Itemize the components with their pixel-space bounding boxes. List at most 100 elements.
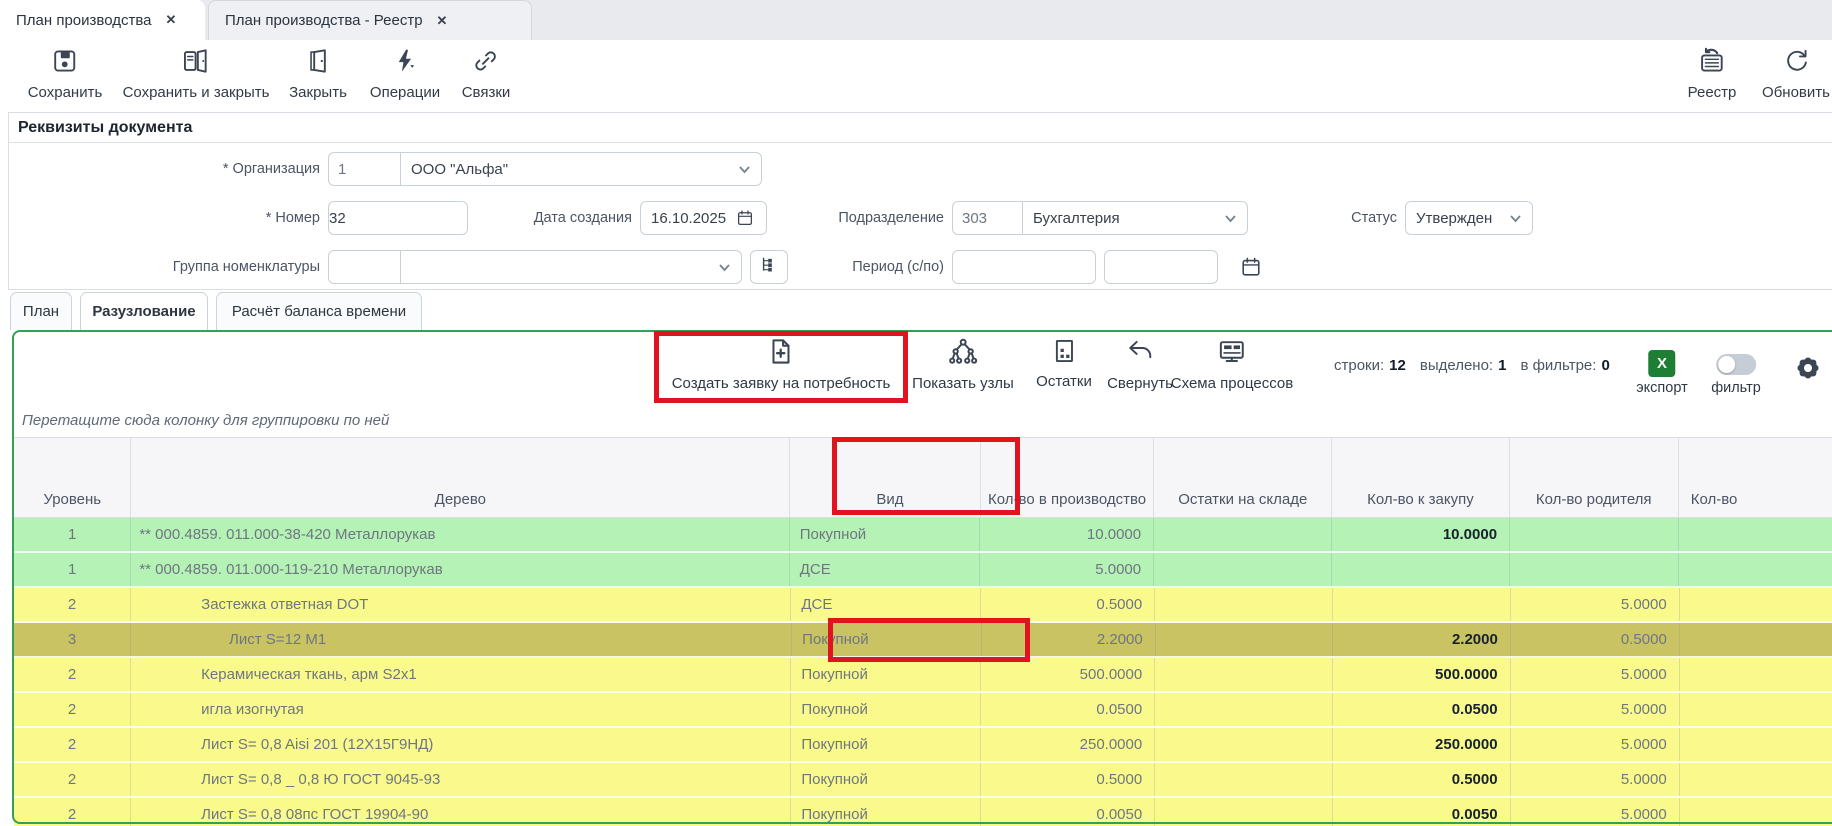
table-row[interactable]: 1 ** 000.4859. 011.000-119-210 Металлору… <box>14 553 1832 588</box>
close-icon[interactable]: ✕ <box>437 13 448 29</box>
divider <box>8 142 1832 143</box>
cell-tree: ** 000.4859. 011.000-119-210 Металлорука… <box>131 553 789 586</box>
nomenclature-tree-button[interactable] <box>750 250 788 284</box>
save-button[interactable]: Сохранить <box>28 47 103 101</box>
cell-qty-production: 0.0050 <box>981 798 1155 826</box>
operations-label: Операции <box>370 84 440 101</box>
toggle-off-icon[interactable] <box>1716 354 1756 375</box>
cell-stock <box>1155 728 1333 761</box>
column-header-kind[interactable]: Вид <box>790 438 980 517</box>
cell-qty-production: 0.5000 <box>981 763 1155 796</box>
period-from-input[interactable] <box>952 250 1096 284</box>
selected-count-label: выделено: <box>1420 357 1493 374</box>
window-tab-registry[interactable]: План производства - Реестр ✕ <box>208 0 532 40</box>
collapse-button[interactable]: Свернуть <box>1107 337 1173 392</box>
save-and-close-button[interactable]: Сохранить и закрыть <box>123 47 270 101</box>
period-to-input[interactable] <box>1104 250 1218 284</box>
nomenclature-group-select[interactable] <box>328 250 742 284</box>
links-button[interactable]: Связки <box>462 47 511 101</box>
cell-qty-parent: 5.0000 <box>1511 798 1680 826</box>
registry-icon <box>1698 47 1726 80</box>
cell-kind: Покупной <box>791 798 981 826</box>
cell-qty-parent: 5.0000 <box>1511 693 1680 726</box>
window-tab-plan[interactable]: План производства ✕ <box>0 0 205 40</box>
excel-icon: X <box>1649 350 1676 377</box>
settings-button[interactable] <box>1792 352 1824 389</box>
column-header-qty-parent[interactable]: Кол-во родителя <box>1510 438 1679 517</box>
group-by-hint: Перетащите сюда колонку для группировки … <box>22 412 389 429</box>
cell-qty-purchase: 0.0050 <box>1333 798 1511 826</box>
stocks-button[interactable]: Остатки <box>1036 337 1092 390</box>
tab-time-balance-label: Расчёт баланса времени <box>232 303 406 320</box>
process-schema-button[interactable]: Схема процессов <box>1171 337 1293 392</box>
period-label: Период (с/по) <box>818 250 944 284</box>
calendar-icon[interactable] <box>736 209 754 227</box>
export-excel-button[interactable]: X экспорт <box>1636 350 1687 396</box>
refresh-button[interactable]: Обновить <box>1762 47 1830 101</box>
table-row[interactable]: 2 игла изогнутая Покупной 0.0500 0.0500 … <box>14 693 1832 728</box>
close-document-button[interactable]: Закрыть <box>289 47 347 101</box>
cell-qty-purchase: 10.0000 <box>1332 518 1510 551</box>
cell-kind: Покупной <box>791 763 981 796</box>
operations-button[interactable]: Операции <box>370 47 440 101</box>
table-row[interactable]: 3 Лист S=12 М1 Покупной 2.2000 2.2000 0.… <box>14 623 1832 658</box>
org-select[interactable]: 1 ООО "Альфа" <box>328 152 762 186</box>
chevron-down-icon <box>1224 214 1237 223</box>
table-row[interactable]: 2 Лист S= 0,8 Aisi 201 (12Х15Г9НД) Покуп… <box>14 728 1832 763</box>
column-header-qty-purchase[interactable]: Кол-во к закупу <box>1332 438 1510 517</box>
status-select[interactable]: Утвержден <box>1405 201 1533 235</box>
tab-time-balance[interactable]: Расчёт баланса времени <box>216 292 422 330</box>
calendar-icon[interactable] <box>1240 256 1262 283</box>
table-row[interactable]: 2 Лист S= 0,8 _ 0,8 Ю ГОСТ 9045-93 Покуп… <box>14 763 1832 798</box>
cell-tree: Керамическая ткань, арм S2x1 <box>131 658 791 691</box>
tab-plan[interactable]: План <box>10 292 72 330</box>
close-document-label: Закрыть <box>289 84 347 101</box>
cell-qty-extra <box>1680 728 1832 761</box>
creation-date-input[interactable]: 16.10.2025 <box>640 201 767 235</box>
org-label: * Организация <box>60 152 320 186</box>
table-row[interactable]: 2 Застежка ответная DOT ДСЕ 0.5000 5.000… <box>14 588 1832 623</box>
cell-kind: Покупной <box>791 693 981 726</box>
create-request-label: Создать заявку на потребность <box>672 375 891 392</box>
cell-qty-parent: 5.0000 <box>1511 763 1680 796</box>
show-nodes-button[interactable]: Показать узлы <box>912 337 1014 392</box>
number-input[interactable]: 32 <box>328 201 468 235</box>
stocks-label: Остатки <box>1036 373 1092 390</box>
cell-qty-production: 5.0000 <box>980 553 1154 586</box>
column-header-tree[interactable]: Дерево <box>131 438 790 517</box>
cell-stock <box>1155 588 1333 621</box>
department-select[interactable]: 303 Бухгалтерия <box>952 201 1248 235</box>
app-window: План производства ✕ План производства - … <box>0 0 1832 826</box>
org-code-field[interactable]: 1 <box>329 153 401 185</box>
cell-qty-parent <box>1510 518 1679 551</box>
table-row[interactable]: 2 Лист S= 0,8 08пс ГОСТ 19904-90 Покупно… <box>14 798 1832 826</box>
tab-razuzlovanie[interactable]: Разузлование <box>80 292 208 330</box>
nomenclature-group-code-field[interactable] <box>329 251 401 283</box>
column-header-qty-production[interactable]: Кол-во в производство <box>981 438 1155 517</box>
cell-qty-extra <box>1679 518 1832 551</box>
cell-level: 2 <box>14 763 131 796</box>
department-code-field[interactable]: 303 <box>953 202 1023 234</box>
department-label: Подразделение <box>794 201 944 235</box>
table-row[interactable]: 2 Керамическая ткань, арм S2x1 Покупной … <box>14 658 1832 693</box>
cell-level: 2 <box>14 693 131 726</box>
close-icon[interactable]: ✕ <box>165 12 176 28</box>
selected-count-value: 1 <box>1498 357 1506 374</box>
registry-button[interactable]: Реестр <box>1688 47 1737 101</box>
table-row[interactable]: 1 ** 000.4859. 011.000-38-420 Металлорук… <box>14 518 1832 553</box>
undo-arrow-icon <box>1125 337 1155 372</box>
create-request-button[interactable]: Создать заявку на потребность <box>672 337 891 392</box>
cell-level: 1 <box>14 518 131 551</box>
table-body: 1 ** 000.4859. 011.000-38-420 Металлорук… <box>14 518 1832 826</box>
filter-toggle[interactable]: фильтр <box>1711 354 1761 396</box>
collapse-label: Свернуть <box>1107 375 1173 392</box>
rows-count-label: строки: <box>1334 357 1384 374</box>
column-header-qty-extra[interactable]: Кол-во <box>1679 438 1832 517</box>
tab-razuzlovanie-label: Разузлование <box>92 303 195 320</box>
cell-qty-production: 500.0000 <box>981 658 1155 691</box>
column-header-level[interactable]: Уровень <box>14 438 131 517</box>
column-header-stock[interactable]: Остатки на складе <box>1154 438 1332 517</box>
process-schema-label: Схема процессов <box>1171 375 1293 392</box>
creation-date-label: Дата создания <box>470 201 632 235</box>
cell-qty-production: 2.2000 <box>982 623 1156 656</box>
